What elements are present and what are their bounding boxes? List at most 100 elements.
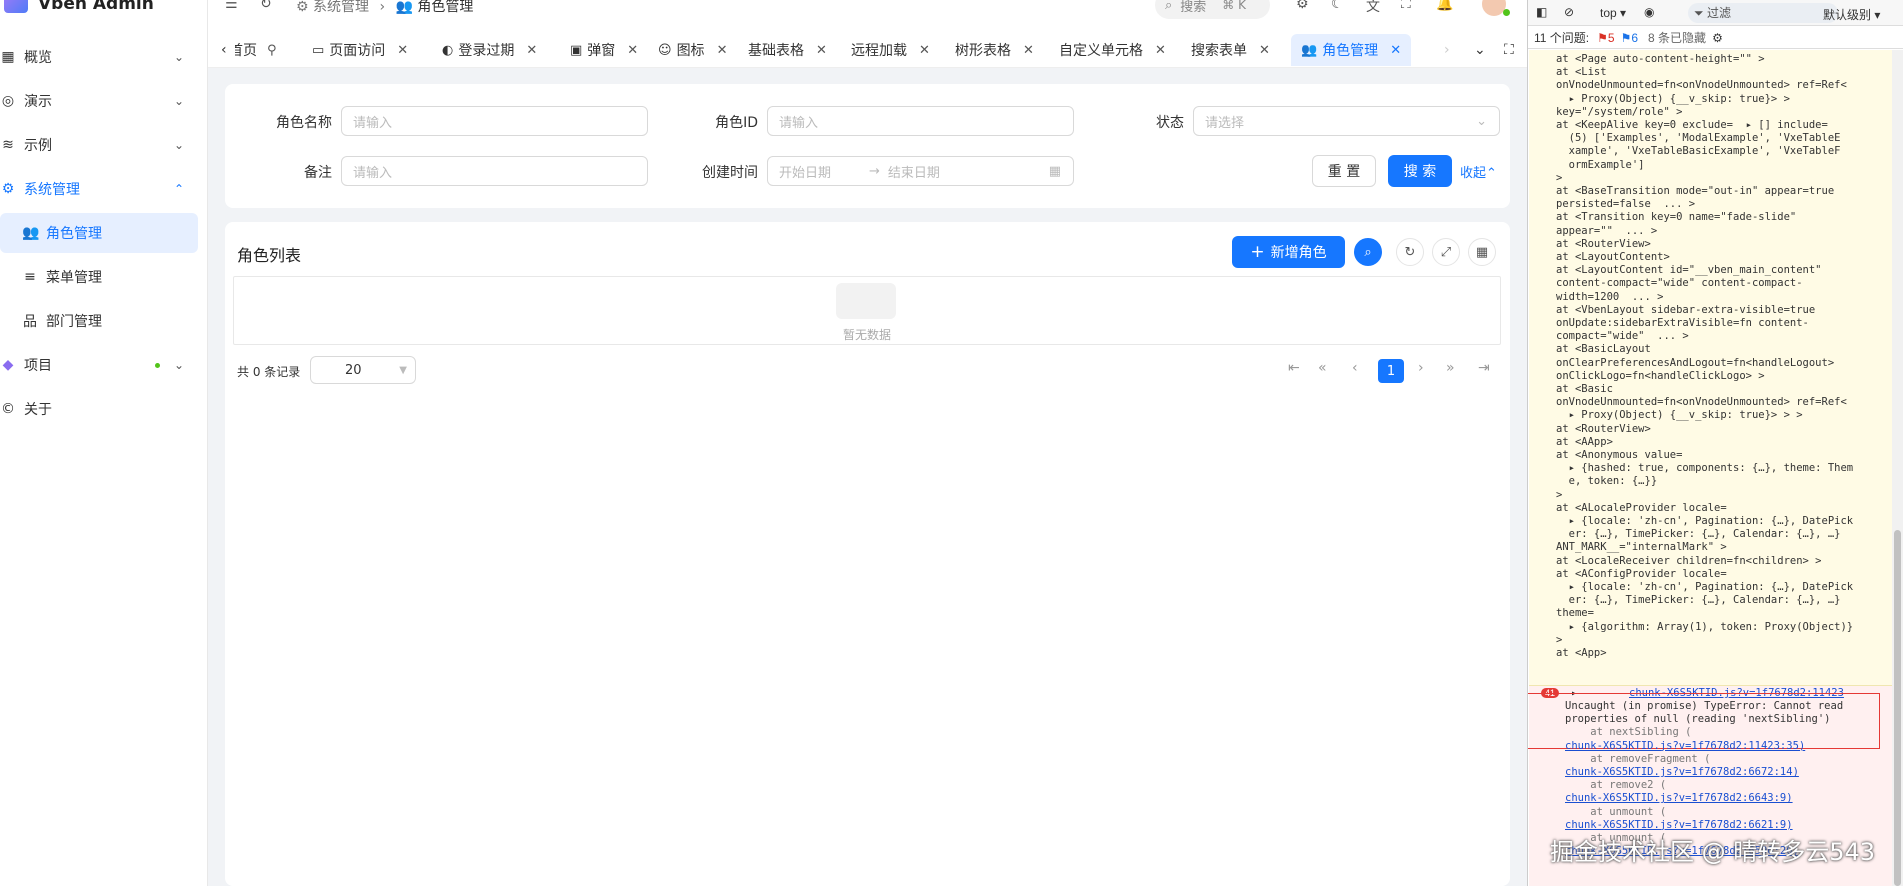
tab-search-form[interactable]: 搜索表单 ✕ <box>1185 34 1276 66</box>
search-form <box>225 84 1510 208</box>
scrollbar-thumb[interactable] <box>1894 530 1901 886</box>
tab-modal[interactable]: ▣ 弹窗 ✕ <box>564 34 644 66</box>
search-shortcut: ⌘ K <box>1222 0 1246 12</box>
toggle-search-button[interactable]: ⌕ <box>1354 238 1382 266</box>
sidebar-item-label: 概览 <box>24 50 52 66</box>
reset-button[interactable]: 重 置 <box>1312 155 1376 187</box>
prev-page-icon[interactable]: ‹ <box>1352 360 1358 376</box>
fullscreen-button[interactable]: ⤢ <box>1432 238 1460 266</box>
close-icon[interactable]: ✕ <box>1023 43 1034 58</box>
console-line: theme= <box>1556 607 1594 620</box>
tab-label: 树形表格 <box>955 43 1011 59</box>
stack-source-link[interactable]: chunk-X6S5KTID.js?v=1f7678d2:6621:9) <box>1565 819 1793 832</box>
close-icon[interactable]: ✕ <box>919 43 930 58</box>
sidebar-item-about[interactable]: © 关于 <box>0 389 198 429</box>
sidebar-item-label: 演示 <box>24 94 52 110</box>
bell-icon[interactable]: 🔔 <box>1436 0 1453 12</box>
gear-icon: ⚙ <box>1 181 15 197</box>
start-date-input[interactable]: 开始日期 <box>779 162 831 181</box>
page-size-select[interactable]: 20 ▼ <box>310 356 416 384</box>
chevron-down-icon: ⌄ <box>173 358 184 372</box>
fullscreen-icon: ⤢ <box>1440 244 1452 260</box>
first-page-icon[interactable]: ⇤ <box>1288 360 1300 376</box>
tab-more-icon[interactable]: ⌄ <box>1468 34 1492 66</box>
sidebar-item-project[interactable]: ◆ 项目 ⌄ <box>0 345 198 385</box>
next-page-icon[interactable]: › <box>1418 360 1424 376</box>
close-icon[interactable]: ✕ <box>627 43 638 58</box>
close-icon[interactable]: ✕ <box>1259 43 1270 58</box>
filter-icon: ⏷ <box>1694 6 1707 20</box>
app-area: Vben Admin ▦ 概览 ⌄ ◎ 演示 ⌄ ≋ 示例 ⌄ ⚙ 系统管理 ⌃… <box>0 0 1527 886</box>
search-label: 搜索 <box>1180 0 1207 15</box>
close-icon[interactable]: ✕ <box>1390 43 1401 58</box>
next-group-icon[interactable]: » <box>1446 360 1455 376</box>
demo-icon: ◎ <box>1 93 15 109</box>
sidebar-toggle-icon[interactable]: ◧ <box>1536 5 1547 19</box>
role-id-input[interactable]: 请输入 <box>767 106 1074 136</box>
global-search[interactable]: ⌕ 搜索 ⌘ K <box>1155 0 1270 19</box>
remark-input[interactable]: 请输入 <box>341 156 648 186</box>
clear-console-icon[interactable]: ⊘ <box>1564 5 1574 19</box>
status-select[interactable]: 请选择 ⌄ <box>1193 106 1500 136</box>
tab-scroll-right-icon[interactable]: › <box>1438 34 1456 66</box>
sidebar-item-demo[interactable]: ◎ 演示 ⌄ <box>0 81 198 121</box>
tab-tree-table[interactable]: 树形表格 ✕ <box>949 34 1040 66</box>
sidebar-item-menu[interactable]: ≡ 菜单管理 <box>0 257 198 297</box>
log-level-select[interactable]: 默认级别 ▾ <box>1823 6 1880 23</box>
stack-source-link[interactable]: chunk-X6S5KTID.js?v=1f7678d2:6672:14) <box>1565 766 1799 779</box>
translate-icon[interactable]: 文 <box>1366 0 1380 16</box>
console-line: at <App> <box>1556 647 1607 659</box>
role-name-input[interactable]: 请输入 <box>341 106 648 136</box>
context-select[interactable]: top ▾ <box>1600 6 1626 20</box>
stack-source-link[interactable]: chunk-X6S5KTID.js?v=1f7678d2:11423:35) <box>1565 740 1805 753</box>
theme-moon-icon[interactable]: ☾ <box>1331 0 1344 12</box>
refresh-button[interactable]: ↻ <box>1396 238 1424 266</box>
search-button[interactable]: 搜 索 <box>1388 155 1452 187</box>
info-issue-badge[interactable]: ⚑6 <box>1621 31 1638 45</box>
current-page[interactable]: 1 <box>1378 359 1404 383</box>
console-filter-input[interactable]: ⏷ 过滤 <box>1688 3 1838 23</box>
sidebar-item-overview[interactable]: ▦ 概览 ⌄ <box>0 37 198 77</box>
tab-login-expired[interactable]: ◐ 登录过期 ✕ <box>436 34 543 66</box>
tab-basic-table[interactable]: 基础表格 ✕ <box>742 34 833 66</box>
close-icon[interactable]: ✕ <box>816 43 827 58</box>
tab-remote-load[interactable]: 远程加载 ✕ <box>845 34 936 66</box>
tab-label: 远程加载 <box>851 43 907 59</box>
menu-toggle-icon[interactable]: ☰ <box>225 0 238 12</box>
settings-icon[interactable]: ⚙ <box>1712 31 1723 45</box>
tab-scroll-left-icon[interactable]: ‹ <box>215 34 233 66</box>
fullscreen-icon[interactable]: ⛶ <box>1401 0 1411 12</box>
close-icon[interactable]: ✕ <box>397 43 408 58</box>
prev-group-icon[interactable]: « <box>1318 360 1327 376</box>
tab-page-access[interactable]: ▭ 页面访问 ✕ <box>306 34 414 66</box>
collapse-toggle[interactable]: 收起⌃ <box>1460 162 1497 181</box>
sidebar-item-dept[interactable]: 品 部门管理 <box>0 301 198 341</box>
close-icon[interactable]: ✕ <box>1155 43 1166 58</box>
app-logo[interactable]: Vben Admin <box>0 0 154 16</box>
issues-count: 11 个问题: <box>1534 31 1590 45</box>
refresh-icon[interactable]: ↻ <box>260 0 272 12</box>
stack-source-link[interactable]: chunk-X6S5KTID.js?v=1f7678d2:6643:9) <box>1565 792 1793 805</box>
tab-icons[interactable]: ☺ 图标 ✕ <box>652 34 733 66</box>
end-date-input[interactable]: 结束日期 <box>888 162 940 181</box>
error-issue-badge[interactable]: ⚑5 <box>1597 31 1614 45</box>
add-role-button[interactable]: + 新增角色 <box>1232 236 1345 268</box>
last-page-icon[interactable]: ⇥ <box>1478 360 1490 376</box>
tab-role[interactable]: 👥 角色管理 ✕ <box>1291 34 1412 66</box>
close-icon[interactable]: ✕ <box>526 43 537 58</box>
tab-custom-cell[interactable]: 自定义单元格 ✕ <box>1053 34 1172 66</box>
eye-icon[interactable]: ◉ <box>1644 5 1654 19</box>
sidebar-item-system[interactable]: ⚙ 系统管理 ⌃ <box>0 169 198 209</box>
maximize-icon[interactable]: ⛶ <box>1498 34 1520 66</box>
column-settings-button[interactable]: ▦ <box>1468 238 1496 266</box>
close-icon[interactable]: ✕ <box>717 43 728 58</box>
created-time-range[interactable]: 开始日期 → 结束日期 ▦ <box>767 156 1074 186</box>
sidebar-item-examples[interactable]: ≋ 示例 ⌄ <box>0 125 198 165</box>
sidebar-item-role[interactable]: 👥 角色管理 <box>0 213 198 253</box>
console-line: at <Page auto-content-height="" > <box>1556 53 1765 65</box>
breadcrumb-item[interactable]: 系统管理 <box>313 0 369 15</box>
settings-icon[interactable]: ⚙ <box>1296 0 1309 12</box>
pin-icon[interactable]: ⚲ <box>267 43 277 58</box>
tab-home[interactable]: 首页 ⚲ <box>235 34 285 66</box>
console-line: at <ALocaleProvider locale= <box>1556 501 1727 514</box>
